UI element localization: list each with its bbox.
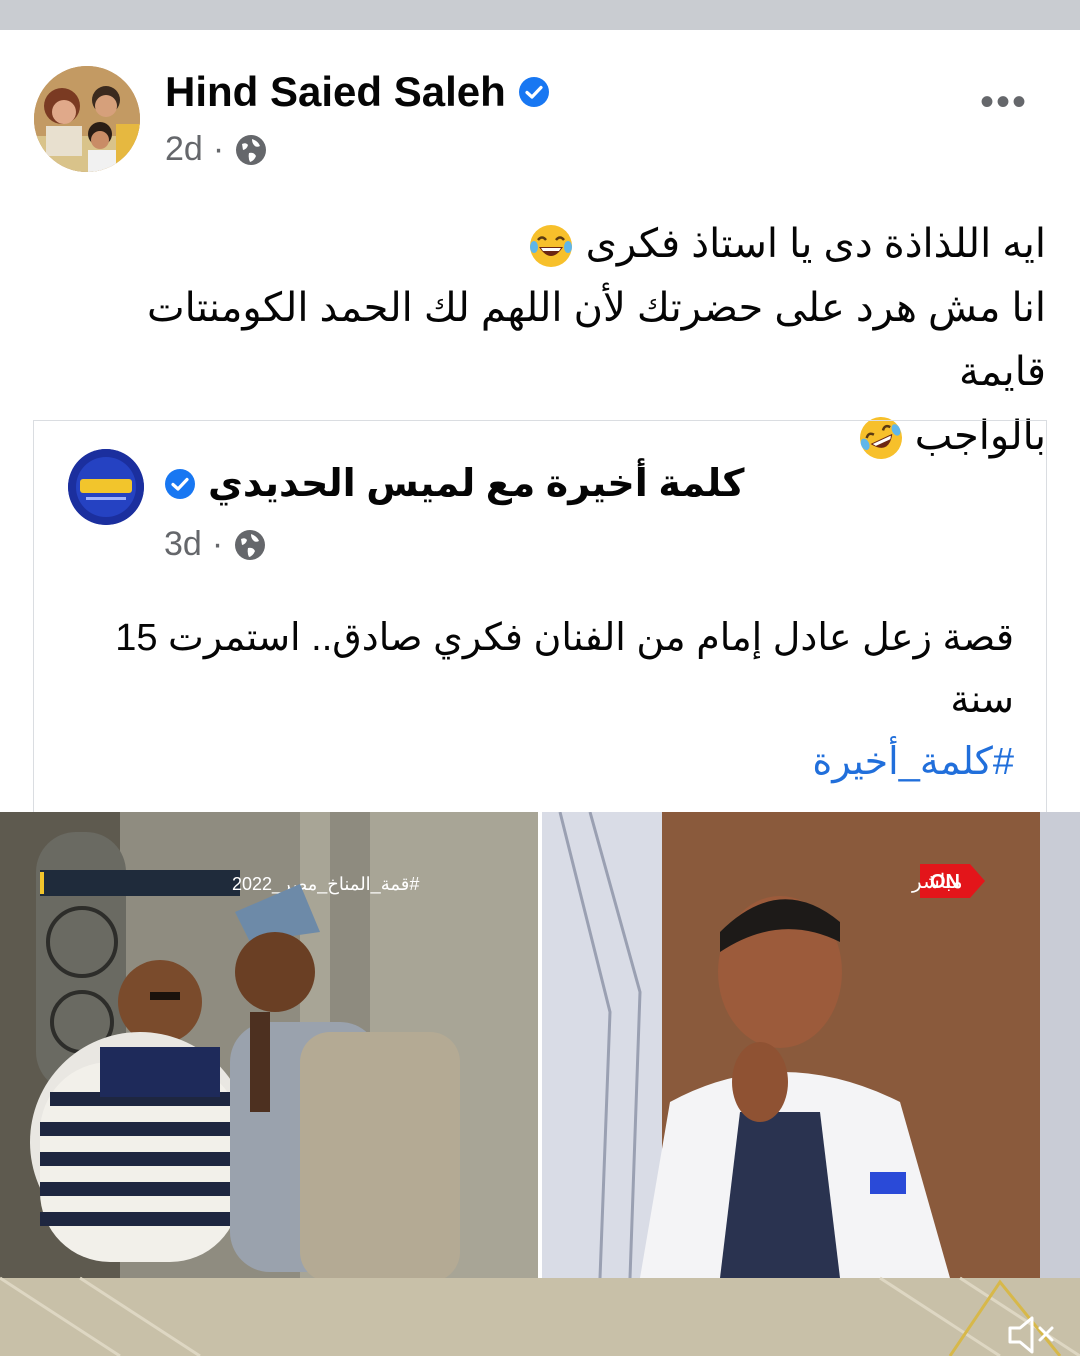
live-label: مباشر	[911, 871, 963, 893]
shared-post-text: قصة زعل عادل إمام من الفنان فكري صادق.. …	[114, 607, 1014, 793]
author-avatar[interactable]	[34, 66, 140, 172]
shared-text-line: سنة	[950, 679, 1014, 721]
meta-separator: ·	[211, 525, 224, 563]
shared-post-timestamp[interactable]: 3d	[164, 525, 202, 564]
post-meta: 2d ·	[165, 130, 268, 169]
shared-author-name[interactable]: كلمة أخيرة مع لميس الحديدي	[208, 461, 745, 506]
video-frame: #قمة_المناخ_مصر_2022 ON مباشر	[0, 812, 1080, 1356]
verified-badge-icon	[518, 77, 549, 107]
shared-post-card[interactable]: كلمة أخيرة مع لميس الحديدي 3d · قصة زعل …	[33, 420, 1047, 813]
laughing-emoji-icon	[530, 225, 573, 268]
post-text-line: ايه اللذاذة دى يا استاذ فكرى	[86, 212, 1046, 276]
post-timestamp[interactable]: 2d	[165, 130, 203, 169]
shared-post-meta: 3d ·	[164, 525, 267, 564]
video-preview[interactable]: #قمة_المناخ_مصر_2022 ON مباشر	[0, 812, 1080, 1356]
verified-badge-icon	[165, 468, 195, 499]
hashtag-link[interactable]: #كلمة_أخيرة	[812, 741, 1014, 783]
author-name[interactable]: Hind Saied Saleh	[165, 68, 506, 116]
globe-icon	[236, 134, 267, 165]
left-overlay-hashtag: #قمة_المناخ_مصر_2022	[232, 874, 419, 895]
more-options-icon[interactable]: •••	[980, 80, 1028, 125]
meta-separator: ·	[212, 130, 225, 168]
shared-text-line: قصة زعل عادل إمام من الفنان فكري صادق.. …	[115, 617, 1014, 659]
post-text-line: انا مش هرد على حضرتك لأن اللهم لك الحمد …	[146, 286, 1046, 394]
mute-icon[interactable]	[1006, 1314, 1060, 1356]
post-header: Hind Saied Saleh 2d · •••	[0, 30, 1080, 190]
globe-icon	[235, 529, 266, 560]
shared-author-avatar[interactable]	[68, 449, 144, 525]
top-divider-strip	[0, 0, 1080, 30]
